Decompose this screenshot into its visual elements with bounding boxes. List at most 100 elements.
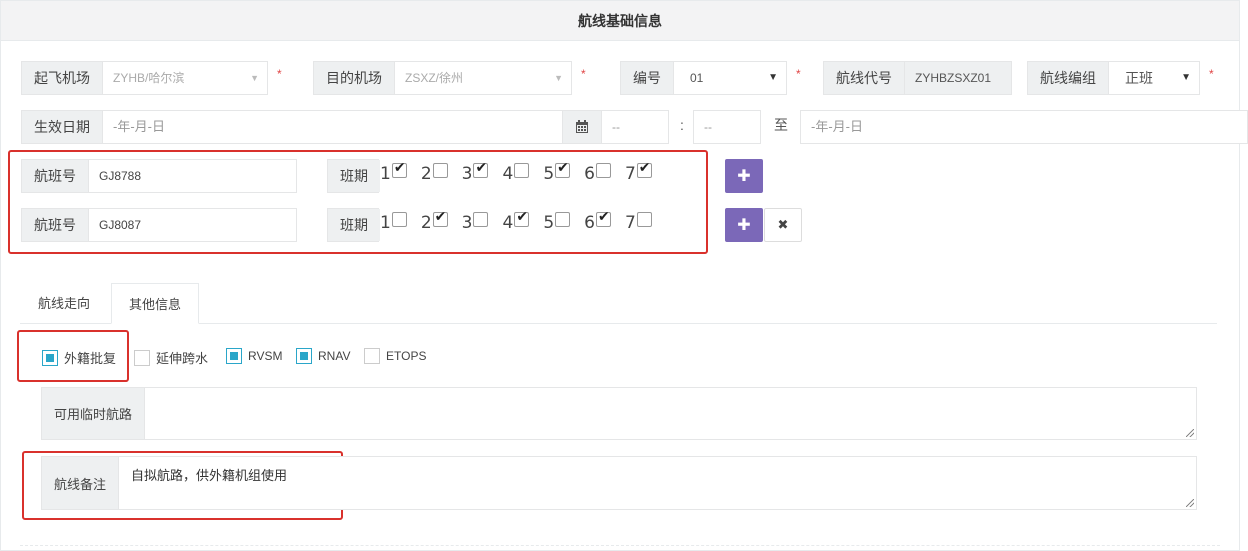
- required-mark: *: [1209, 67, 1214, 81]
- required-mark: *: [581, 67, 586, 81]
- option-extended-overwater[interactable]: 延伸跨水: [134, 348, 208, 367]
- schedule-day[interactable]: 7: [625, 211, 652, 233]
- temp-route-label: 可用临时航路: [42, 388, 146, 439]
- schedule-day[interactable]: 7: [625, 160, 652, 184]
- flight-number-input[interactable]: GJ8788: [89, 160, 296, 192]
- checkbox[interactable]: [42, 349, 58, 366]
- day-checkbox[interactable]: [555, 160, 571, 178]
- chevron-down-icon: ▼: [554, 73, 563, 83]
- option-rvsm[interactable]: RVSM: [226, 348, 282, 364]
- route-group-label: 航线编组: [1028, 62, 1109, 94]
- destination-airport-select[interactable]: 目的机场 ZSXZ/徐州 ▼: [313, 61, 572, 95]
- flight-number-input[interactable]: GJ8087: [89, 209, 296, 241]
- flight-number-label: 航班号: [22, 209, 89, 241]
- schedule-days: 1 2 3 4 5 6 7: [380, 160, 658, 184]
- effective-date-field[interactable]: 生效日期 -年-月-日: [21, 110, 563, 144]
- day-checkbox[interactable]: [595, 162, 611, 178]
- route-group-select[interactable]: 航线编组 正班 ▼: [1027, 61, 1200, 95]
- remove-flight-button[interactable]: ✖: [764, 208, 802, 242]
- departure-airport-value: ZYHB/哈尔滨: [113, 71, 185, 85]
- end-date-input[interactable]: -年-月-日: [800, 110, 1248, 144]
- flight-number-field[interactable]: 航班号 GJ8788: [21, 159, 297, 193]
- schedule-label-box: 班期: [327, 159, 380, 193]
- required-mark: *: [277, 67, 282, 81]
- flight-number-field[interactable]: 航班号 GJ8087: [21, 208, 297, 242]
- chevron-down-icon: ▼: [250, 73, 259, 83]
- option-rnav[interactable]: RNAV: [296, 348, 350, 364]
- checkbox[interactable]: [226, 348, 242, 364]
- option-etops[interactable]: ETOPS: [364, 348, 426, 364]
- hour-input[interactable]: --: [601, 110, 669, 144]
- close-icon: ✖: [777, 217, 789, 232]
- schedule-label-box: 班期: [327, 208, 380, 242]
- schedule-day[interactable]: 1: [380, 211, 407, 233]
- remarks-label: 航线备注: [42, 457, 120, 509]
- route-group-value: 正班: [1125, 70, 1153, 86]
- calendar-icon[interactable]: [562, 110, 602, 144]
- schedule-day[interactable]: 4: [502, 162, 530, 184]
- day-checkbox[interactable]: [514, 162, 530, 178]
- schedule-day[interactable]: 3: [462, 160, 489, 184]
- resize-grip-icon[interactable]: [1186, 499, 1194, 507]
- schedule-day[interactable]: 6: [584, 209, 611, 233]
- day-checkbox[interactable]: [555, 211, 571, 227]
- chevron-down-icon: ▼: [768, 72, 778, 83]
- remarks-textarea[interactable]: 自拟航路，供外籍机组使用: [119, 457, 1196, 509]
- tab-bar-divider: [20, 323, 1217, 324]
- schedule-day[interactable]: 3: [462, 211, 489, 233]
- day-checkbox[interactable]: [432, 209, 448, 227]
- to-label: 至: [774, 117, 788, 133]
- day-checkbox[interactable]: [473, 160, 489, 178]
- day-checkbox[interactable]: [636, 160, 652, 178]
- departure-airport-label: 起飞机场: [22, 62, 103, 94]
- temp-route-textarea[interactable]: [145, 388, 1196, 439]
- day-checkbox[interactable]: [636, 211, 652, 227]
- divider: [20, 545, 1220, 546]
- day-checkbox[interactable]: [391, 211, 407, 227]
- destination-airport-value: ZSXZ/徐州: [405, 71, 464, 85]
- chevron-down-icon: ▼: [1181, 72, 1191, 83]
- tab-route-direction[interactable]: 航线走向: [22, 283, 106, 324]
- schedule-day[interactable]: 2: [421, 162, 448, 184]
- plus-icon: ✚: [737, 168, 751, 185]
- schedule-day[interactable]: 1: [380, 160, 407, 184]
- tab-other-info[interactable]: 其他信息: [111, 283, 199, 324]
- effective-date-label: 生效日期: [22, 111, 103, 143]
- schedule-day[interactable]: 6: [584, 162, 611, 184]
- schedule-day[interactable]: 5: [543, 211, 571, 233]
- checkbox[interactable]: [134, 349, 150, 366]
- required-mark: *: [796, 67, 801, 81]
- checkbox[interactable]: [296, 348, 312, 364]
- remarks-field[interactable]: 航线备注 自拟航路，供外籍机组使用: [41, 456, 1197, 510]
- number-select[interactable]: 编号 01 ▼: [620, 61, 787, 95]
- minute-input[interactable]: --: [693, 110, 761, 144]
- day-checkbox[interactable]: [595, 209, 611, 227]
- resize-grip-icon[interactable]: [1186, 429, 1194, 437]
- day-checkbox[interactable]: [391, 160, 407, 178]
- day-checkbox[interactable]: [514, 209, 530, 227]
- destination-airport-label: 目的机场: [314, 62, 395, 94]
- route-code-value: ZYHBZSXZ01: [905, 62, 1011, 94]
- route-code-field: 航线代号 ZYHBZSXZ01: [823, 61, 1012, 95]
- option-foreign-approval[interactable]: 外籍批复: [42, 348, 116, 367]
- route-code-label: 航线代号: [824, 62, 905, 94]
- number-label: 编号: [621, 62, 674, 94]
- remarks-value: 自拟航路，供外籍机组使用: [131, 468, 288, 483]
- schedule-day[interactable]: 4: [502, 209, 530, 233]
- day-checkbox[interactable]: [432, 162, 448, 178]
- time-colon: :: [680, 117, 684, 133]
- effective-date-input[interactable]: -年-月-日: [103, 111, 562, 143]
- temp-route-field[interactable]: 可用临时航路: [41, 387, 1197, 440]
- departure-airport-select[interactable]: 起飞机场 ZYHB/哈尔滨 ▼: [21, 61, 268, 95]
- schedule-day[interactable]: 2: [421, 209, 448, 233]
- day-checkbox[interactable]: [473, 211, 489, 227]
- add-flight-button[interactable]: ✚: [725, 208, 763, 242]
- checkbox[interactable]: [364, 348, 380, 364]
- plus-icon: ✚: [737, 217, 751, 234]
- flight-number-label: 航班号: [22, 160, 89, 192]
- schedule-label: 班期: [328, 209, 380, 241]
- number-value: 01: [690, 71, 704, 85]
- schedule-label: 班期: [328, 160, 380, 192]
- add-flight-button[interactable]: ✚: [725, 159, 763, 193]
- schedule-day[interactable]: 5: [543, 160, 571, 184]
